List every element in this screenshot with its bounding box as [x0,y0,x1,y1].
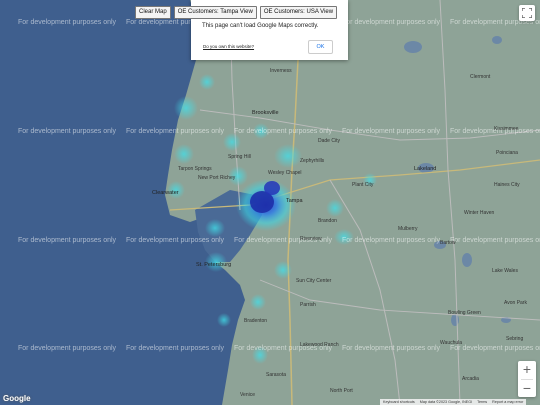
tampa-view-button[interactable]: OE Customers: Tampa View [173,6,257,19]
fullscreen-icon [522,8,532,18]
keyboard-shortcuts-link[interactable]: Keyboard shortcuts [383,399,415,405]
clear-map-button[interactable]: Clear Map [135,6,171,19]
error-message: This page can't load Google Maps correct… [202,23,319,29]
map-canvas[interactable]: For development purposes only For develo… [0,0,540,405]
fullscreen-button[interactable] [519,5,535,21]
map-base-layer [0,0,540,405]
map-controls-bar: Clear Map OE Customers: Tampa View OE Cu… [135,6,338,19]
ok-button[interactable]: OK [308,40,333,54]
own-website-link[interactable]: Do you own this website? [203,44,254,49]
zoom-in-button[interactable]: + [518,361,536,378]
zoom-control: + − [518,361,536,397]
terms-link[interactable]: Terms [477,399,487,405]
google-logo[interactable]: Google [3,394,31,403]
map-footer: Keyboard shortcuts Map data ©2023 Google… [380,399,527,405]
map-data-attribution: Map data ©2023 Google, INEGI [419,400,473,404]
zoom-out-button[interactable]: − [518,380,536,397]
report-error-link[interactable]: Report a map error [492,399,523,405]
usa-view-button[interactable]: OE Customers: USA View [259,6,338,19]
